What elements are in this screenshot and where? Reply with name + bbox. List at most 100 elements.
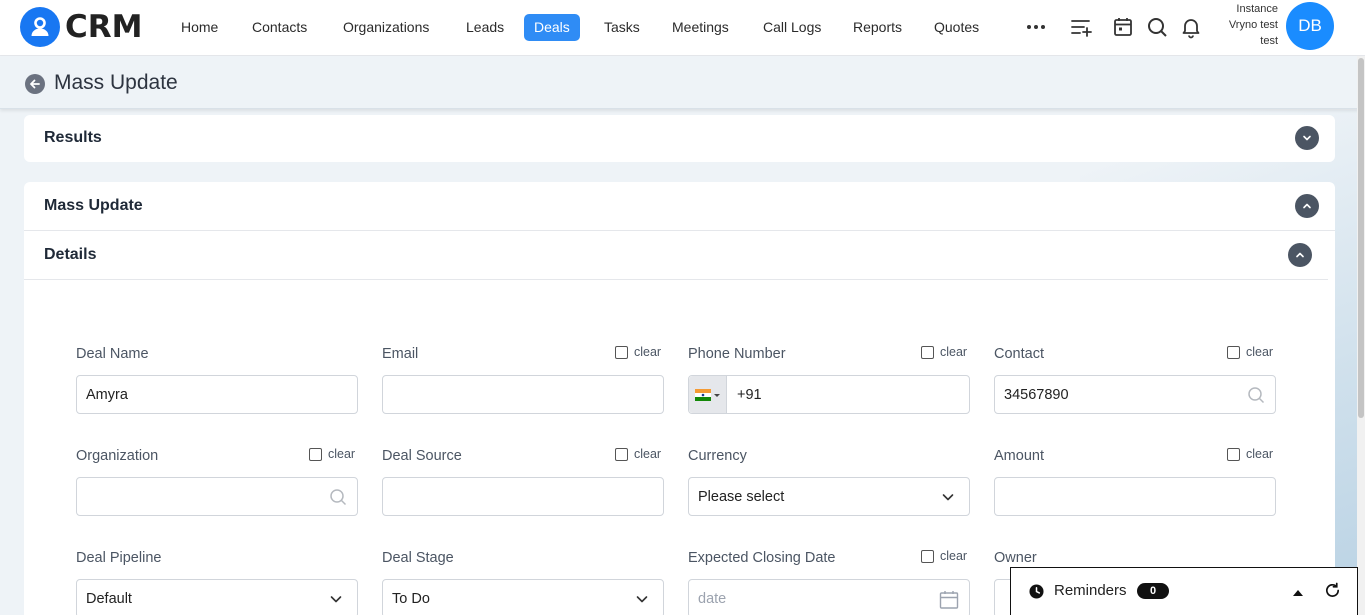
chevron-down-icon bbox=[635, 592, 649, 610]
search-icon[interactable] bbox=[1145, 15, 1169, 39]
nav-item-contacts[interactable]: Contacts bbox=[242, 14, 317, 41]
clear-label: clear bbox=[1246, 447, 1274, 461]
phone-number-label: Phone Number bbox=[688, 346, 786, 362]
instance-info: Instance Vryno test test bbox=[1210, 1, 1278, 49]
clear-label: clear bbox=[634, 447, 662, 461]
email-input[interactable] bbox=[382, 375, 664, 414]
email-clear-checkbox[interactable] bbox=[615, 345, 628, 359]
clear-label: clear bbox=[634, 345, 662, 359]
logo-user-icon bbox=[20, 7, 60, 47]
add-list-icon[interactable] bbox=[1069, 15, 1093, 39]
deal-name-label: Deal Name bbox=[76, 346, 149, 362]
nav-item-leads[interactable]: Leads bbox=[456, 14, 514, 41]
arrow-left-icon[interactable] bbox=[25, 74, 45, 94]
amount-label: Amount bbox=[994, 448, 1044, 464]
app-logo[interactable]: CRM bbox=[20, 7, 142, 47]
expected-closing-date-input[interactable]: date bbox=[688, 579, 970, 615]
chevron-down-icon bbox=[941, 490, 955, 508]
calendar-icon[interactable] bbox=[939, 590, 959, 614]
deal-source-clear-checkbox[interactable] bbox=[615, 447, 628, 461]
contact-input[interactable]: 34567890 bbox=[994, 375, 1276, 414]
mass-update-title: Mass Update bbox=[44, 197, 143, 214]
reminders-panel[interactable]: Reminders 0 bbox=[1010, 567, 1358, 615]
details-divider bbox=[24, 279, 1328, 280]
amount-input[interactable] bbox=[994, 477, 1276, 516]
organization-input[interactable] bbox=[76, 477, 358, 516]
organization-clear-checkbox[interactable] bbox=[309, 447, 322, 461]
phone-number-value: +91 bbox=[737, 386, 762, 403]
deal-pipeline-label: Deal Pipeline bbox=[76, 550, 162, 566]
calendar-icon[interactable] bbox=[1111, 15, 1135, 39]
chevron-up-icon[interactable] bbox=[1288, 243, 1312, 267]
user-avatar[interactable]: DB bbox=[1286, 2, 1334, 50]
chevron-down-icon[interactable] bbox=[1295, 126, 1319, 150]
logo-text: CRM bbox=[65, 9, 143, 45]
top-navigation-bar: CRM Home Contacts Organizations Leads De… bbox=[0, 0, 1365, 56]
phone-clear[interactable]: clear bbox=[921, 345, 967, 359]
email-label: Email bbox=[382, 346, 419, 362]
nav-item-reports[interactable]: Reports bbox=[843, 14, 912, 41]
amount-clear[interactable]: clear bbox=[1227, 447, 1273, 461]
caret-up-icon[interactable] bbox=[1292, 585, 1304, 603]
reminders-label: Reminders bbox=[1054, 582, 1127, 599]
deal-pipeline-value: Default bbox=[86, 590, 132, 607]
expected-closing-date-clear-checkbox[interactable] bbox=[921, 549, 934, 563]
currency-label: Currency bbox=[688, 448, 747, 464]
deal-pipeline-select[interactable]: Default bbox=[76, 579, 358, 615]
deal-name-input[interactable]: Amyra bbox=[76, 375, 358, 414]
details-title: Details bbox=[44, 246, 97, 263]
deal-stage-select[interactable]: To Do bbox=[382, 579, 664, 615]
organization-clear[interactable]: clear bbox=[309, 447, 355, 461]
nav-item-deals[interactable]: Deals bbox=[524, 14, 580, 41]
clear-label: clear bbox=[1246, 345, 1274, 359]
search-icon[interactable] bbox=[329, 488, 347, 510]
nav-item-quotes[interactable]: Quotes bbox=[924, 14, 989, 41]
clear-label: clear bbox=[328, 447, 356, 461]
deal-source-input[interactable] bbox=[382, 477, 664, 516]
more-horizontal-icon[interactable] bbox=[1024, 15, 1048, 39]
phone-clear-checkbox[interactable] bbox=[921, 345, 934, 359]
nav-item-tasks[interactable]: Tasks bbox=[594, 14, 650, 41]
owner-label: Owner bbox=[994, 550, 1037, 566]
bell-icon[interactable] bbox=[1179, 15, 1203, 39]
page-header: Mass Update bbox=[0, 56, 1365, 109]
search-icon[interactable] bbox=[1247, 386, 1265, 408]
nav-item-organizations[interactable]: Organizations bbox=[333, 14, 439, 41]
clock-icon bbox=[1029, 584, 1044, 604]
date-placeholder: date bbox=[698, 590, 727, 607]
instance-line-3: test bbox=[1260, 35, 1278, 47]
clear-label: clear bbox=[940, 549, 968, 563]
deal-stage-value: To Do bbox=[392, 590, 430, 607]
reminders-count-badge: 0 bbox=[1137, 583, 1169, 599]
email-clear[interactable]: clear bbox=[615, 345, 661, 359]
contact-clear-checkbox[interactable] bbox=[1227, 345, 1240, 359]
results-section: Results bbox=[24, 115, 1335, 162]
expected-closing-date-label: Expected Closing Date bbox=[688, 550, 836, 566]
expected-closing-date-clear[interactable]: clear bbox=[921, 549, 967, 563]
deal-stage-label: Deal Stage bbox=[382, 550, 454, 566]
chevron-up-icon[interactable] bbox=[1295, 194, 1319, 218]
scrollbar-thumb[interactable] bbox=[1358, 58, 1364, 418]
chevron-down-icon bbox=[329, 592, 343, 610]
india-flag-icon[interactable] bbox=[689, 376, 727, 413]
nav-item-call-logs[interactable]: Call Logs bbox=[753, 14, 831, 41]
page-title: Mass Update bbox=[54, 71, 178, 94]
contact-label: Contact bbox=[994, 346, 1044, 362]
amount-clear-checkbox[interactable] bbox=[1227, 447, 1240, 461]
deal-source-clear[interactable]: clear bbox=[615, 447, 661, 461]
results-title: Results bbox=[44, 129, 102, 146]
phone-number-input[interactable]: +91 bbox=[688, 375, 970, 414]
currency-select[interactable]: Please select bbox=[688, 477, 970, 516]
instance-line-1: Instance bbox=[1236, 3, 1278, 15]
clear-label: clear bbox=[940, 345, 968, 359]
refresh-icon[interactable] bbox=[1324, 582, 1341, 604]
deal-name-value: Amyra bbox=[86, 386, 128, 403]
instance-line-2: Vryno test bbox=[1228, 19, 1278, 31]
contact-value: 34567890 bbox=[1004, 386, 1069, 403]
contact-clear[interactable]: clear bbox=[1227, 345, 1273, 359]
nav-item-home[interactable]: Home bbox=[171, 14, 228, 41]
nav-item-meetings[interactable]: Meetings bbox=[662, 14, 739, 41]
deal-source-label: Deal Source bbox=[382, 448, 462, 464]
currency-value: Please select bbox=[698, 488, 785, 505]
organization-label: Organization bbox=[76, 448, 159, 464]
